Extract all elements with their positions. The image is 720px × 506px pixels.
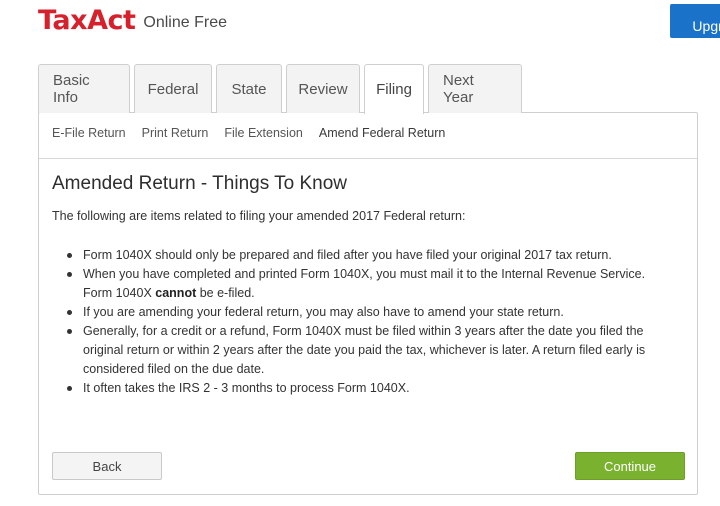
list-item-text: considered filed on the due date.	[83, 362, 265, 376]
bullet-icon	[67, 253, 72, 258]
main-tabs: Basic Info Federal State Review Filing N…	[38, 64, 522, 114]
list-item: Form 1040X should only be prepared and f…	[66, 246, 688, 265]
logo-wordmark: TaxAct	[38, 5, 136, 36]
list-item: Generally, for a credit or a refund, For…	[66, 322, 688, 379]
list-item-text: It often takes the IRS 2 - 3 months to p…	[83, 381, 410, 395]
subnav-print-return[interactable]: Print Return	[142, 126, 209, 144]
list-item-text: When you have completed and printed Form…	[83, 267, 646, 281]
tab-review[interactable]: Review	[286, 64, 360, 113]
list-item-text: Generally, for a credit or a refund, For…	[83, 324, 644, 338]
back-button[interactable]: Back	[52, 452, 162, 480]
list-item-text: Form 1040X	[83, 286, 156, 300]
list-item: When you have completed and printed Form…	[66, 265, 688, 303]
subnav-amend-federal-return[interactable]: Amend Federal Return	[319, 126, 445, 144]
app-header: TaxAct Online Free Upgra	[0, 0, 720, 48]
bullet-icon	[67, 329, 72, 334]
list-item: It often takes the IRS 2 - 3 months to p…	[66, 379, 688, 398]
tab-next-year[interactable]: Next Year	[428, 64, 522, 113]
product-label: Online Free	[143, 14, 227, 31]
tab-federal[interactable]: Federal	[134, 64, 212, 113]
tab-basic-info[interactable]: Basic Info	[38, 64, 130, 113]
tab-filing[interactable]: Filing	[364, 64, 424, 114]
continue-button[interactable]: Continue	[575, 452, 685, 480]
filing-subnav: E-File Return Print Return File Extensio…	[52, 126, 445, 144]
bullet-icon	[67, 386, 72, 391]
list-item: If you are amending your federal return,…	[66, 303, 688, 322]
tab-state[interactable]: State	[216, 64, 282, 113]
info-list: Form 1040X should only be prepared and f…	[66, 246, 688, 398]
list-item-text: Form 1040X should only be prepared and f…	[83, 248, 612, 262]
bullet-icon	[67, 310, 72, 315]
page-title: Amended Return - Things To Know	[52, 173, 348, 194]
subnav-divider	[39, 158, 697, 159]
subnav-file-extension[interactable]: File Extension	[224, 126, 303, 144]
list-item-text: be e-filed.	[196, 286, 255, 300]
subnav-efile-return[interactable]: E-File Return	[52, 126, 126, 144]
taxact-logo[interactable]: TaxAct Online Free	[38, 6, 227, 36]
list-item-text: original return or within 2 years after …	[83, 343, 646, 357]
upgrade-button[interactable]: Upgra	[670, 4, 720, 38]
list-item-text: If you are amending your federal return,…	[83, 305, 564, 319]
intro-text: The following are items related to filin…	[52, 209, 466, 223]
bullet-icon	[67, 272, 72, 277]
emphasis-text: cannot	[155, 286, 197, 300]
